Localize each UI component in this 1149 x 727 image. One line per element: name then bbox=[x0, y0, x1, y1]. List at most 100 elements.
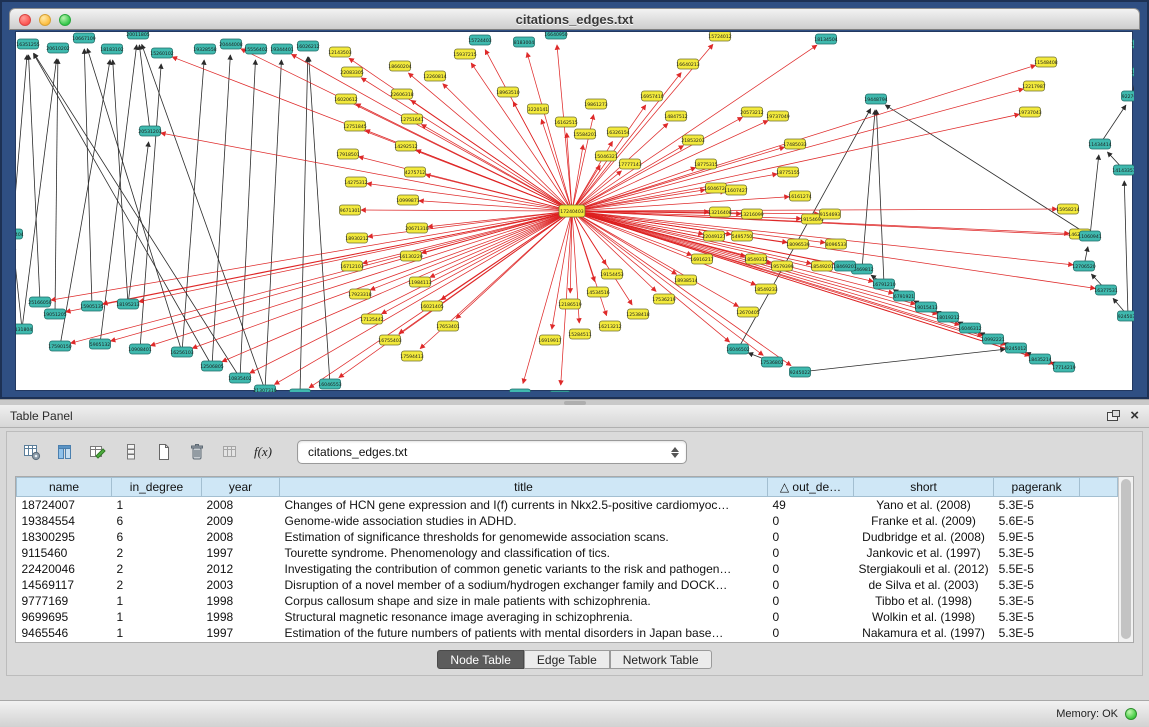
network-node[interactable]: 17594413 bbox=[400, 351, 423, 361]
network-node[interactable]: 16640213 bbox=[676, 59, 699, 69]
network-node[interactable]: 3220141 bbox=[528, 104, 549, 114]
network-node[interactable]: 16640950 bbox=[544, 32, 567, 39]
tab-node-table[interactable]: Node Table bbox=[437, 650, 524, 669]
network-node[interactable]: 10908401 bbox=[128, 344, 151, 354]
network-node[interactable]: 18930212 bbox=[345, 233, 368, 243]
network-node[interactable]: 12506805 bbox=[200, 361, 223, 371]
network-node[interactable]: 19820813 bbox=[288, 389, 311, 392]
network-node[interactable]: 18469201 bbox=[833, 261, 856, 271]
network-node[interactable]: 12751845 bbox=[343, 121, 366, 131]
network-node[interactable]: 9227034 bbox=[1122, 91, 1135, 101]
network-node[interactable]: 13216408 bbox=[708, 207, 731, 217]
network-node[interactable]: 16046502 bbox=[726, 344, 749, 354]
delete-icon[interactable] bbox=[184, 439, 210, 465]
network-node[interactable]: 17536802 bbox=[760, 357, 783, 367]
network-node[interactable]: 20573212 bbox=[740, 107, 763, 117]
column-header-out_degree[interactable]: △ out_de… bbox=[768, 478, 854, 497]
network-node[interactable]: 15724403 bbox=[468, 35, 491, 45]
network-node[interactable]: 16130229 bbox=[399, 251, 422, 261]
network-node[interactable]: 19015413 bbox=[914, 302, 937, 312]
network-canvas[interactable]: 1724040322083305160206121275184517918501… bbox=[15, 31, 1133, 391]
network-node[interactable]: 18963510 bbox=[496, 87, 519, 97]
network-node[interactable]: 15584201 bbox=[573, 129, 596, 139]
function-icon[interactable]: f(x) bbox=[250, 439, 276, 465]
network-node[interactable]: 20610202 bbox=[46, 43, 69, 53]
table-selector-dropdown[interactable]: citations_edges.txt bbox=[297, 440, 687, 464]
network-node[interactable]: 15724012 bbox=[708, 32, 731, 41]
tab-network-table[interactable]: Network Table bbox=[610, 650, 712, 669]
network-node[interactable]: 16919917 bbox=[538, 335, 561, 345]
network-node[interactable]: 16377531 bbox=[1094, 285, 1117, 295]
network-node[interactable]: 19861273 bbox=[584, 99, 607, 109]
network-node[interactable]: 8183004 bbox=[514, 37, 535, 47]
network-node[interactable]: 19051205 bbox=[43, 309, 66, 319]
network-node[interactable]: 16351255 bbox=[16, 39, 39, 49]
network-node[interactable]: 25166050 bbox=[28, 297, 51, 307]
network-node[interactable]: 12186519 bbox=[558, 299, 581, 309]
network-node[interactable]: 14275312 bbox=[344, 177, 367, 187]
network-node[interactable]: 18549233 bbox=[754, 284, 777, 294]
network-node[interactable]: 15937215 bbox=[453, 49, 476, 59]
network-node[interactable]: 11548408 bbox=[1034, 57, 1057, 67]
table-row[interactable]: 946554611997Estimation of the future num… bbox=[17, 625, 1118, 641]
network-node[interactable]: 12706520 bbox=[1072, 261, 1095, 271]
network-node[interactable]: 9245022 bbox=[790, 367, 811, 377]
table-settings-icon[interactable] bbox=[19, 439, 45, 465]
network-node[interactable]: 11607427 bbox=[724, 185, 747, 195]
network-node[interactable]: 16162515 bbox=[554, 117, 577, 127]
network-node[interactable]: 17485033 bbox=[783, 139, 806, 149]
network-node[interactable]: 15556402 bbox=[244, 44, 267, 54]
network-node[interactable]: 16957410 bbox=[640, 91, 663, 101]
network-node[interactable]: 19737043 bbox=[1018, 107, 1041, 117]
network-node[interactable]: 16916217 bbox=[690, 254, 713, 264]
network-node[interactable]: 18938514 bbox=[674, 275, 697, 285]
table-row[interactable]: 1872400712008Changes of HCN gene express… bbox=[17, 497, 1118, 513]
column-header-short[interactable]: short bbox=[854, 478, 994, 497]
network-node[interactable]: 15905135 bbox=[80, 301, 103, 311]
network-node[interactable]: 6791921 bbox=[894, 291, 915, 301]
table-row[interactable]: 1830029562008Estimation of significance … bbox=[17, 529, 1118, 545]
network-node[interactable]: 18775155 bbox=[776, 167, 799, 177]
network-node[interactable]: 16712103 bbox=[340, 261, 363, 271]
network-node[interactable]: 10667109 bbox=[72, 33, 95, 43]
network-node[interactable]: 12143503 bbox=[328, 47, 351, 57]
network-node[interactable]: 16046312 bbox=[958, 323, 981, 333]
network-node[interactable]: 17653401 bbox=[436, 321, 459, 331]
network-node[interactable]: 22049127 bbox=[702, 231, 725, 241]
network-node[interactable]: 12217987 bbox=[1022, 81, 1045, 91]
network-node[interactable]: 18195213 bbox=[116, 299, 139, 309]
table-row[interactable]: 977716911998Corpus callosum shape and si… bbox=[17, 593, 1118, 609]
network-node[interactable]: 17777143 bbox=[618, 159, 641, 169]
network-node[interactable]: 4275712 bbox=[405, 167, 426, 177]
network-node[interactable]: 21307310 bbox=[253, 385, 276, 392]
edit-table-icon[interactable] bbox=[85, 439, 111, 465]
network-node[interactable]: 18660204 bbox=[388, 61, 411, 71]
network-node[interactable]: 18183102 bbox=[100, 44, 123, 54]
network-node[interactable]: 17923318 bbox=[348, 289, 371, 299]
column-header-pagerank[interactable]: pagerank bbox=[994, 478, 1080, 497]
network-node[interactable]: 5495750 bbox=[732, 231, 753, 241]
window-close-button[interactable] bbox=[19, 14, 31, 26]
network-node[interactable]: 19579399 bbox=[770, 261, 793, 271]
network-node[interactable]: 16556312 bbox=[508, 389, 531, 392]
network-node[interactable]: 9245012 bbox=[1006, 343, 1027, 353]
network-node[interactable]: 14292512 bbox=[394, 141, 417, 151]
network-node[interactable]: 20531203 bbox=[138, 126, 161, 136]
network-node[interactable]: 17714219 bbox=[1052, 362, 1075, 372]
network-node[interactable]: 9245033 bbox=[1118, 311, 1135, 321]
network-node[interactable]: 15260102 bbox=[150, 48, 173, 58]
rows-icon[interactable] bbox=[118, 439, 144, 465]
network-node[interactable]: 10999871 bbox=[396, 195, 419, 205]
network-node[interactable]: 10835402 bbox=[228, 373, 251, 383]
network-node[interactable]: 16755403 bbox=[378, 335, 401, 345]
network-node[interactable]: 17590150 bbox=[48, 341, 71, 351]
network-node[interactable]: 18134504 bbox=[814, 34, 837, 44]
network-node[interactable]: 18019212 bbox=[936, 312, 959, 322]
network-node[interactable]: 22606318 bbox=[390, 89, 413, 99]
network-node[interactable]: 16326154 bbox=[606, 127, 629, 137]
network-node[interactable]: 15958214 bbox=[1056, 204, 1079, 214]
network-node[interactable]: 11434414 bbox=[1088, 139, 1111, 149]
network-node[interactable]: 16026212 bbox=[296, 41, 319, 51]
column-header-title[interactable]: title bbox=[280, 478, 768, 497]
network-node[interactable]: 11060941 bbox=[1078, 231, 1101, 241]
